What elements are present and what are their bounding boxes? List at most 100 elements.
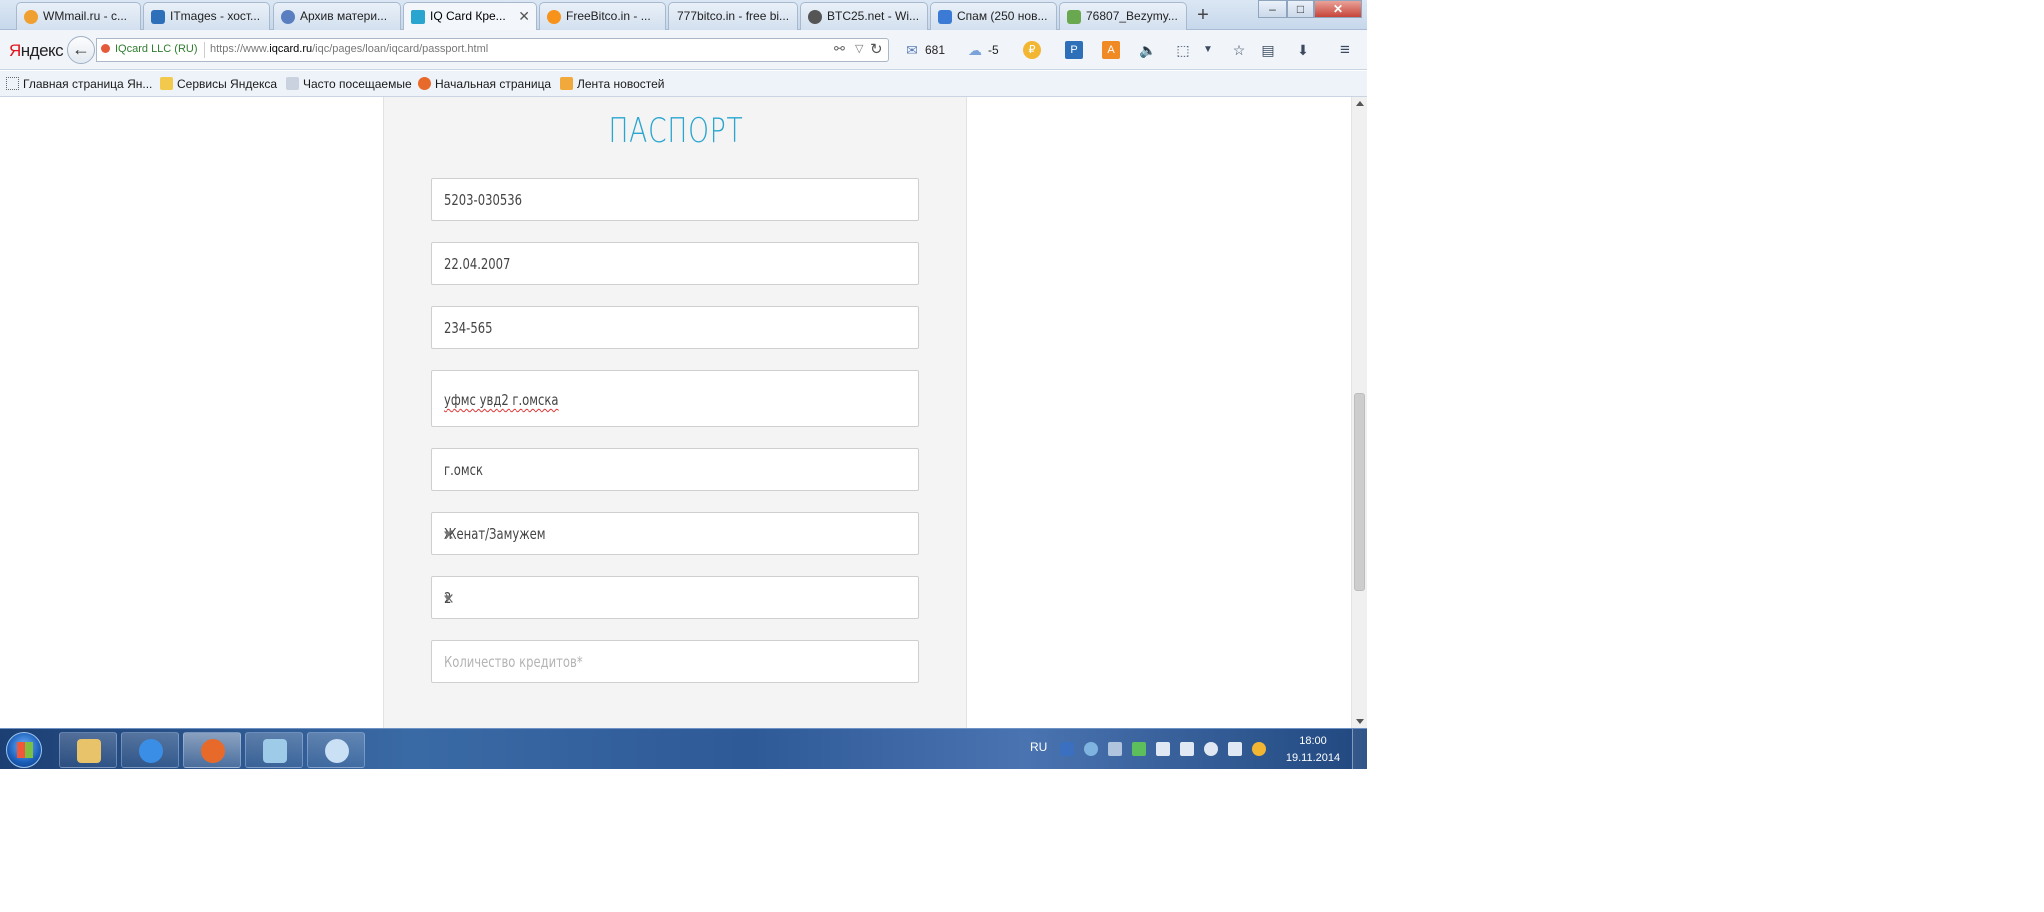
tab-btc25[interactable]: BTC25.net - Wi... — [800, 2, 928, 30]
navigation-bar: Яндекс ← IQcard LLC (RU) https://www.iqc… — [0, 30, 1367, 70]
scroll-up-arrow-icon[interactable] — [1356, 101, 1364, 106]
start-button[interactable] — [6, 732, 42, 768]
issue-date-input[interactable]: 22.04.2007 — [431, 242, 919, 285]
mail-favicon-icon — [938, 10, 952, 24]
scroll-down-arrow-icon[interactable] — [1356, 719, 1364, 724]
department-code-input[interactable]: 234-565 — [431, 306, 919, 349]
vertical-scrollbar[interactable] — [1351, 97, 1367, 728]
reload-icon[interactable]: ↻ — [870, 40, 883, 58]
tray-app-icon[interactable] — [1108, 742, 1122, 756]
close-window-button[interactable]: ✕ — [1314, 0, 1362, 18]
clear-selection-icon[interactable]: × — [444, 588, 829, 607]
windows-logo-icon — [17, 742, 33, 758]
tray-update-icon[interactable] — [1084, 742, 1098, 756]
passport-number-input[interactable]: 5203-030536 — [431, 178, 919, 221]
site-identity[interactable]: IQcard LLC (RU) — [101, 43, 198, 55]
tab-close-icon[interactable]: ✕ — [518, 3, 530, 30]
chevron-down-icon[interactable]: ▼ — [1199, 41, 1217, 59]
back-button[interactable]: ← — [67, 36, 95, 64]
bitcoin-favicon-icon — [547, 10, 561, 24]
tab-itmages[interactable]: ITmages - хост... — [143, 2, 270, 30]
credits-count-input[interactable]: Количество кредитов* — [431, 640, 919, 683]
tab-777bitco[interactable]: 777bitco.in - free bi... — [668, 2, 798, 30]
chevron-down-icon[interactable] — [444, 595, 451, 600]
birthplace-input[interactable]: г.омск — [431, 448, 919, 491]
taskbar-internet-explorer[interactable] — [121, 732, 179, 768]
tab-spam-mail[interactable]: Спам (250 нов... — [930, 2, 1057, 30]
tab-freebitcoin[interactable]: FreeBitco.in - ... — [539, 2, 666, 30]
notepad-icon — [263, 739, 287, 763]
speaker-icon[interactable]: 🔈 — [1139, 41, 1157, 59]
extension-a-icon[interactable]: A — [1102, 41, 1120, 59]
ie-icon — [139, 739, 163, 763]
chevron-down-icon[interactable] — [444, 531, 451, 536]
yandex-money-icon[interactable]: ₽ — [1023, 41, 1041, 59]
scrollbar-thumb[interactable] — [1354, 393, 1365, 591]
windows-taskbar: RU 18:00 19.11.2014 — [0, 728, 1367, 769]
tab-image[interactable]: 76807_Bezymy... — [1059, 2, 1187, 30]
address-bar[interactable]: IQcard LLC (RU) https://www.iqcard.ru/iq… — [96, 38, 889, 62]
tray-security-icon[interactable] — [1132, 742, 1146, 756]
bookmark-yandex-home[interactable]: Главная страница Ян... — [6, 76, 152, 92]
image-favicon-icon — [1067, 10, 1081, 24]
bookmark-most-visited[interactable]: Часто посещаемые — [286, 76, 412, 92]
screen: WMmail.ru - с... ITmages - хост... Архив… — [0, 0, 1367, 769]
tab-label: 777bitco.in - free bi... — [677, 9, 790, 23]
firefox-icon — [201, 739, 225, 763]
url-text[interactable]: https://www.iqcard.ru/iqc/pages/loan/iqc… — [210, 43, 488, 55]
arrow-left-icon: ← — [72, 39, 90, 59]
passport-form: ПАСПОРТ 5203-030536 22.04.2007 234-565 у… — [383, 97, 967, 728]
tray-yandex-icon[interactable] — [1252, 742, 1266, 756]
bookmark-start-page[interactable]: Начальная страница — [418, 76, 551, 92]
tray-network-icon[interactable] — [1060, 742, 1074, 756]
clipboard-icon[interactable]: ▤ — [1259, 41, 1277, 59]
extension-p-icon[interactable]: P — [1065, 41, 1083, 59]
language-indicator[interactable]: RU — [1030, 740, 1047, 754]
taskbar-explorer[interactable] — [59, 732, 117, 768]
archive-favicon-icon — [281, 10, 295, 24]
bookmark-yandex-services[interactable]: Сервисы Яндекса — [160, 76, 277, 92]
page-icon — [6, 77, 19, 90]
menu-icon[interactable]: ≡ — [1336, 41, 1354, 59]
bookmarks-bar: Главная страница Ян... Сервисы Яндекса Ч… — [0, 71, 1367, 97]
tab-label: ITmages - хост... — [170, 9, 261, 23]
tab-label: 76807_Bezymy... — [1086, 9, 1178, 23]
url-divider — [204, 42, 205, 58]
history-dropdown-icon[interactable]: ▽ — [855, 42, 863, 55]
mail-count[interactable]: 681 — [925, 39, 945, 61]
tray-flag-icon[interactable] — [1156, 742, 1170, 756]
minimize-button[interactable]: – — [1258, 0, 1287, 18]
bookmark-star-icon[interactable]: ☆ — [1230, 41, 1248, 59]
btc25-favicon-icon — [808, 10, 822, 24]
folder-icon — [160, 77, 173, 90]
tray-power-icon[interactable] — [1228, 742, 1242, 756]
new-tab-button[interactable]: + — [1190, 3, 1216, 29]
marital-status-select[interactable]: Женат/Замужем × — [431, 512, 919, 555]
folder-icon — [77, 739, 101, 763]
extension-icon[interactable]: ⬚ — [1174, 41, 1192, 59]
weather-temperature[interactable]: -5 — [988, 39, 999, 61]
download-icon[interactable]: ⬇ — [1294, 41, 1312, 59]
tab-wmmail[interactable]: WMmail.ru - с... — [16, 2, 141, 30]
clock-time[interactable]: 18:00 — [1285, 735, 1341, 747]
clock-date[interactable]: 19.11.2014 — [1283, 752, 1343, 764]
wmmail-favicon-icon — [24, 10, 38, 24]
taskbar-firefox[interactable] — [183, 732, 241, 768]
issued-by-textarea[interactable]: уфмс увд2 г.омска — [431, 370, 919, 427]
show-desktop-button[interactable] — [1352, 729, 1367, 769]
reader-view-icon[interactable]: ⚯ — [834, 41, 845, 57]
taskbar-notepad[interactable] — [245, 732, 303, 768]
mail-icon[interactable]: ✉ — [903, 41, 921, 59]
tray-volume-icon[interactable] — [1204, 742, 1218, 756]
iqcard-favicon-icon — [411, 10, 425, 24]
tab-archive[interactable]: Архив матери... — [273, 2, 401, 30]
weather-cloud-icon[interactable]: ☁ — [966, 41, 984, 59]
clear-selection-icon[interactable]: × — [444, 524, 829, 543]
yandex-logo[interactable]: Яндекс — [9, 41, 64, 61]
bookmark-news-feed[interactable]: Лента новостей — [560, 76, 665, 92]
tray-display-icon[interactable] — [1180, 742, 1194, 756]
tab-iqcard[interactable]: IQ Card Кре... ✕ — [403, 2, 537, 31]
maximize-button[interactable]: □ — [1287, 0, 1314, 18]
dependents-select[interactable]: 2 × — [431, 576, 919, 619]
taskbar-paint[interactable] — [307, 732, 365, 768]
